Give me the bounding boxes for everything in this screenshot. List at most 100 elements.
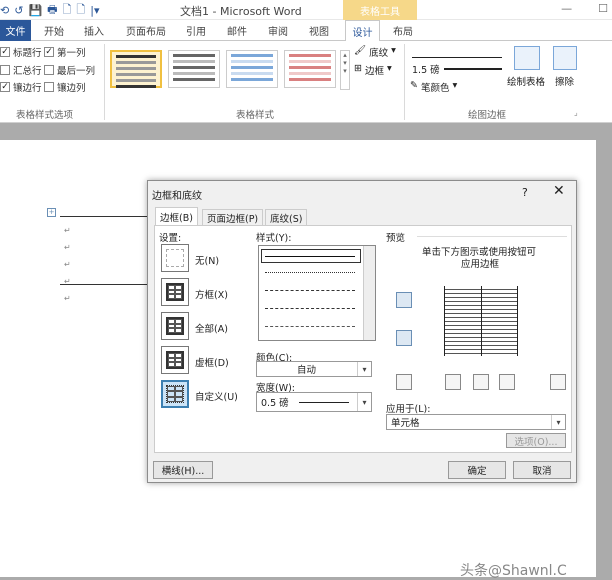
new-doc-icon[interactable]: 🗋 xyxy=(63,1,72,20)
line-style-dashed[interactable] xyxy=(265,290,355,291)
save-icon[interactable]: 💾 xyxy=(28,4,42,17)
tab-mailings[interactable]: 邮件 xyxy=(227,23,247,38)
tab-page-layout[interactable]: 页面布局 xyxy=(126,23,166,38)
setting-none-icon xyxy=(166,249,184,267)
horizontal-line-button[interactable]: 横线(H)... xyxy=(153,461,213,479)
setting-grid-icon xyxy=(166,351,184,369)
style-list-scrollbar[interactable] xyxy=(363,246,375,340)
tab-references[interactable]: 引用 xyxy=(186,23,206,38)
setting-box-icon xyxy=(166,283,184,301)
total-row-option[interactable]: 汇总行 xyxy=(0,63,42,77)
tab-page-borders[interactable]: 页面边框(P) xyxy=(202,209,264,225)
table-style-4[interactable] xyxy=(284,50,336,88)
borders-button[interactable]: ⊞ 边框 ▾ xyxy=(354,63,392,77)
minimize-icon[interactable]: — xyxy=(561,2,572,15)
table-move-handle-icon[interactable]: + xyxy=(47,208,56,217)
width-value: 0.5 磅 xyxy=(261,398,289,409)
dialog-launcher-icon[interactable]: ⌟ xyxy=(574,108,578,117)
left-border-button[interactable] xyxy=(445,374,461,390)
setting-grid-button[interactable] xyxy=(161,346,189,374)
width-select[interactable]: 0.5 磅 ▾ xyxy=(256,392,372,412)
line-style-dash-dot[interactable] xyxy=(265,326,355,327)
setting-custom-button[interactable] xyxy=(161,380,189,408)
redo-icon[interactable]: ↺ xyxy=(14,4,23,17)
diagonal-up-border-button[interactable] xyxy=(550,374,566,390)
checkbox[interactable]: ✓ xyxy=(0,82,10,92)
banded-rows-option[interactable]: ✓ 镶边行 xyxy=(0,80,42,94)
line-style-list[interactable] xyxy=(258,245,376,341)
draw-table-label[interactable]: 绘制表格 xyxy=(507,74,545,88)
chevron-down-icon: ▾ xyxy=(357,393,371,411)
setting-all-button[interactable] xyxy=(161,312,189,340)
apply-to-select[interactable]: 单元格 ▾ xyxy=(386,414,566,430)
preview-diagram[interactable] xyxy=(444,286,518,356)
table-style-3[interactable] xyxy=(226,50,278,88)
inside-horizontal-border-button[interactable] xyxy=(396,330,412,346)
first-column-option[interactable]: ✓ 第一列 xyxy=(44,45,86,59)
tab-shading[interactable]: 底纹(S) xyxy=(265,209,308,225)
tab-view[interactable]: 视图 xyxy=(309,23,329,38)
line-style-dotted[interactable] xyxy=(265,272,355,273)
setting-box-button[interactable] xyxy=(161,278,189,306)
pen-color-button[interactable]: ✎ 笔颜色 ▾ xyxy=(410,80,457,94)
undo-icon[interactable]: ⟲ xyxy=(0,4,9,17)
setting-box-label: 方框(X) xyxy=(195,290,228,301)
shading-button[interactable]: 🖌 底纹 ▾ xyxy=(354,45,396,59)
option-label: 镶边行 xyxy=(13,83,42,94)
pen-weight-select[interactable]: 1.5 磅 xyxy=(412,63,502,76)
table-style-2[interactable] xyxy=(168,50,220,88)
tab-borders[interactable]: 边框(B) xyxy=(155,207,198,226)
table-border xyxy=(60,216,150,217)
divider xyxy=(104,44,105,120)
tab-layout[interactable]: 布局 xyxy=(393,23,413,38)
preview-label: 预览 xyxy=(386,233,406,244)
last-column-option[interactable]: 最后一列 xyxy=(44,63,95,77)
close-icon[interactable]: ✕ xyxy=(553,183,565,199)
style-label: 样式(Y): xyxy=(256,233,292,244)
tab-review[interactable]: 审阅 xyxy=(268,23,288,38)
checkbox[interactable] xyxy=(44,82,54,92)
tab-file[interactable]: 文件 xyxy=(0,20,31,41)
table-style-1[interactable] xyxy=(110,50,162,88)
tab-home[interactable]: 开始 xyxy=(44,23,64,38)
chevron-down-icon: ▾ xyxy=(452,80,458,91)
top-border-button[interactable] xyxy=(396,292,412,308)
checkbox[interactable]: ✓ xyxy=(0,47,10,57)
checkbox[interactable] xyxy=(44,65,54,75)
chevron-down-icon: ▾ xyxy=(357,362,371,376)
draw-table-icon[interactable] xyxy=(514,46,540,70)
eraser-label[interactable]: 擦除 xyxy=(555,74,574,88)
pen-weight-line xyxy=(443,68,502,70)
customize-qat-icon[interactable]: |▾ xyxy=(90,4,99,17)
preview-divider xyxy=(417,236,567,237)
diagonal-down-border-button[interactable] xyxy=(396,374,412,390)
option-label: 第一列 xyxy=(57,48,86,59)
eraser-icon[interactable] xyxy=(553,46,577,70)
print-preview-icon[interactable]: 🗋 xyxy=(76,1,85,20)
checkbox[interactable]: ✓ xyxy=(44,47,54,57)
maximize-icon[interactable]: ☐ xyxy=(598,2,608,15)
ok-button[interactable]: 确定 xyxy=(448,461,506,479)
checkbox[interactable] xyxy=(0,65,10,75)
line-style-solid[interactable] xyxy=(265,256,355,257)
settings-label: 设置: xyxy=(159,233,182,244)
pen-style-select[interactable] xyxy=(412,48,502,58)
right-border-button[interactable] xyxy=(499,374,515,390)
line-style-long-dash[interactable] xyxy=(265,308,355,309)
banded-columns-option[interactable]: 镶边列 xyxy=(44,80,86,94)
setting-none-button[interactable] xyxy=(161,244,189,272)
styles-scroll[interactable]: ▴ ▾ ▾ xyxy=(340,50,350,90)
table-border xyxy=(60,284,150,285)
tab-design[interactable]: 设计 xyxy=(345,20,380,42)
options-button[interactable]: 选项(O)... xyxy=(506,433,566,448)
inside-vertical-border-button[interactable] xyxy=(473,374,489,390)
preview-hint: 应用边框 xyxy=(461,259,500,270)
tab-insert[interactable]: 插入 xyxy=(84,23,104,38)
cancel-button[interactable]: 取消 xyxy=(513,461,571,479)
borders-panel: 设置: 无(N) 方框(X) 全部(A) 虚框(D) 自定义(U) 样式(Y):… xyxy=(154,225,572,453)
color-select[interactable]: 自动 ▾ xyxy=(256,361,372,377)
option-label: 标题行 xyxy=(13,48,42,59)
help-icon[interactable]: ? xyxy=(522,186,528,199)
print-icon[interactable]: 🖶 xyxy=(47,1,57,20)
header-row-option[interactable]: ✓ 标题行 xyxy=(0,45,42,59)
